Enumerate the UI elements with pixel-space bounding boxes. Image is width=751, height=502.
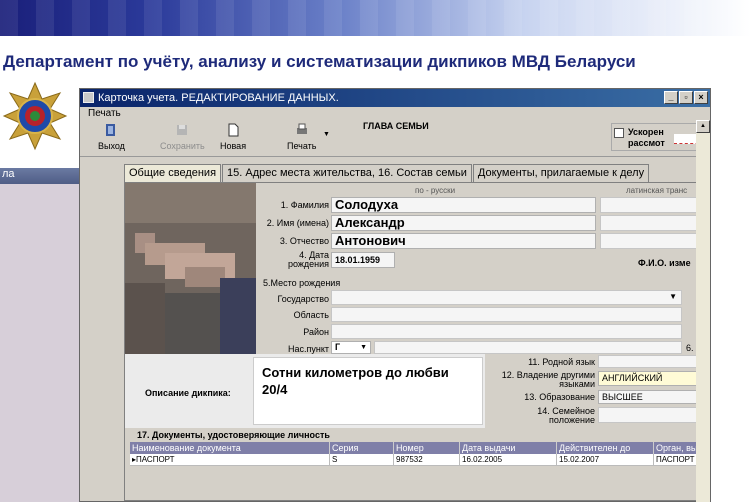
table-cell-valid-until[interactable]: 15.02.2007: [557, 454, 654, 466]
education-field[interactable]: ВЫСШЕЕ: [598, 390, 697, 404]
save-label: Сохранить: [160, 141, 205, 151]
column-header-issuing-authority[interactable]: Орган, вы: [654, 442, 697, 454]
tab-bar: Общие сведения 15. Адрес места жительств…: [124, 164, 650, 183]
description-section: Описание дикпика: Сотни километров до лю…: [125, 354, 485, 428]
patronymic-latin-field[interactable]: [600, 233, 697, 249]
native-language-field[interactable]: [598, 355, 697, 368]
left-pane-title: ла: [2, 168, 15, 180]
state-select[interactable]: ▼: [331, 290, 682, 305]
quick-view-checkbox[interactable]: [614, 128, 624, 138]
table-cell-number[interactable]: 987532: [394, 454, 460, 466]
chevron-down-icon: ▼: [360, 344, 367, 351]
new-document-icon: [228, 123, 239, 137]
maximize-button[interactable]: ▫: [679, 91, 693, 104]
patronymic-label: 3. Отчество: [279, 236, 329, 246]
birthplace-section-label: 5.Место рождения: [263, 278, 341, 288]
description-field[interactable]: Сотни километров до любви 20/4: [253, 357, 483, 425]
table-cell-document-name[interactable]: ▸ПАСПОРТ: [130, 454, 330, 466]
tab-general[interactable]: Общие сведения: [124, 164, 222, 183]
patronymic-field[interactable]: Антонович: [331, 233, 596, 249]
marital-status-label-2: положение: [549, 415, 595, 425]
table-row[interactable]: ▸ПАСПОРТ S 987532 16.02.2005 15.02.2007 …: [130, 454, 697, 466]
top-banner: [0, 0, 751, 36]
scroll-up-icon[interactable]: ▲: [696, 120, 710, 133]
printer-icon: [296, 123, 307, 134]
table-cell-issuing-authority[interactable]: ПАСПОРТ: [654, 454, 697, 466]
document-name-value: ПАСПОРТ: [136, 455, 175, 464]
district-label: Район: [303, 327, 329, 337]
exit-button[interactable]: Выход: [98, 123, 125, 151]
tab-address-family[interactable]: 15. Адрес места жительства, 16. Состав с…: [222, 164, 472, 182]
state-label: Государство: [277, 294, 329, 304]
identity-documents-table: Наименование документа Серия Номер Дата …: [130, 442, 697, 466]
education-label: 13. Образование: [524, 392, 595, 402]
identity-documents-section: 17. Документы, удостоверяющие личность Н…: [125, 428, 697, 500]
other-languages-label-2: языками: [559, 379, 595, 389]
print-label: Печать: [287, 141, 317, 151]
native-language-label: 11. Родной язык: [528, 357, 595, 367]
minimize-button[interactable]: _: [664, 91, 678, 104]
settlement-label: Нас.пункт: [287, 344, 329, 354]
birth-date-label-2: рождения: [287, 259, 329, 269]
window-title: Карточка учета. РЕДАКТИРОВАНИЕ ДАННЫХ.: [98, 92, 339, 104]
print-button[interactable]: Печать: [287, 123, 316, 151]
new-button[interactable]: Новая: [220, 123, 246, 151]
quick-view-label-2: рассмот: [628, 138, 665, 148]
quick-view-panel: Ускорен рассмот: [611, 123, 707, 151]
save-button[interactable]: Сохранить: [160, 123, 205, 151]
column-header-number[interactable]: Номер: [394, 442, 460, 454]
quick-view-label-1: Ускорен: [628, 127, 664, 137]
other-languages-field[interactable]: АНГЛИЙСКИЙ: [598, 371, 697, 386]
region-label: Область: [293, 310, 329, 320]
record-card-window: Карточка учета. РЕДАКТИРОВАНИЕ ДАННЫХ. _…: [79, 88, 711, 502]
identity-documents-title: 17. Документы, удостоверяющие личность: [137, 430, 330, 440]
fio-changed-label: Ф.И.О. изме: [638, 258, 691, 268]
window-app-icon: [83, 92, 94, 103]
toolbar: Выход Сохранить Новая Печать ▼ ГЛАВА СЕМ…: [80, 121, 710, 157]
head-of-family-label: ГЛАВА СЕМЬИ: [363, 121, 429, 131]
ministry-emblem-logo: [2, 81, 68, 151]
latin-column-header: латинская транс: [626, 186, 688, 195]
close-button[interactable]: ×: [694, 91, 708, 104]
column-header-document-name[interactable]: Наименование документа: [130, 442, 330, 454]
window-titlebar: Карточка учета. РЕДАКТИРОВАНИЕ ДАННЫХ. _…: [80, 89, 710, 107]
description-label: Описание дикпика:: [145, 388, 231, 398]
censored-photo: [125, 183, 256, 354]
field-6-label: 6.: [686, 343, 694, 353]
window-vertical-scrollbar[interactable]: ▲: [696, 120, 710, 502]
district-field[interactable]: [331, 324, 682, 339]
menu-item-print[interactable]: Печать: [88, 108, 121, 119]
tab-documents[interactable]: Документы, прилагаемые к делу: [472, 164, 650, 182]
name-latin-field[interactable]: [600, 215, 697, 231]
general-info-panel: по - русски латинская транс 1. Фамилия С…: [124, 182, 698, 501]
name-label: 2. Имя (имена): [266, 218, 329, 228]
surname-latin-field[interactable]: [600, 197, 697, 213]
column-header-series[interactable]: Серия: [330, 442, 394, 454]
table-cell-series[interactable]: S: [330, 454, 394, 466]
exit-door-icon: [106, 124, 116, 136]
birth-date-field[interactable]: 18.01.1959: [331, 252, 395, 268]
chevron-down-icon: ▼: [669, 292, 677, 301]
print-dropdown-arrow-icon[interactable]: ▼: [323, 131, 330, 138]
region-field[interactable]: [331, 307, 682, 322]
new-label: Новая: [220, 141, 247, 151]
language-education-section: 11. Родной язык 12. Владение другими язы…: [485, 354, 697, 428]
exit-label: Выход: [98, 141, 125, 151]
column-header-issue-date[interactable]: Дата выдачи: [460, 442, 557, 454]
column-header-valid-until[interactable]: Действителен до: [557, 442, 654, 454]
surname-field[interactable]: Солодуха: [331, 197, 596, 213]
surname-label: 1. Фамилия: [280, 200, 329, 210]
settlement-type-select[interactable]: Г ▼: [331, 341, 371, 354]
name-field[interactable]: Александр: [331, 215, 596, 231]
department-title: Департамент по учёту, анализу и системат…: [3, 52, 636, 71]
russian-column-header: по - русски: [415, 186, 456, 195]
menu-bar: Печать: [80, 107, 710, 121]
table-header-row: Наименование документа Серия Номер Дата …: [130, 442, 697, 454]
personal-data-form: по - русски латинская транс 1. Фамилия С…: [256, 183, 697, 354]
settlement-type-value: Г: [335, 342, 341, 352]
table-cell-issue-date[interactable]: 16.02.2005: [460, 454, 557, 466]
marital-status-field[interactable]: [598, 407, 697, 423]
settlement-field[interactable]: [374, 341, 682, 354]
save-disk-icon: [177, 125, 188, 135]
